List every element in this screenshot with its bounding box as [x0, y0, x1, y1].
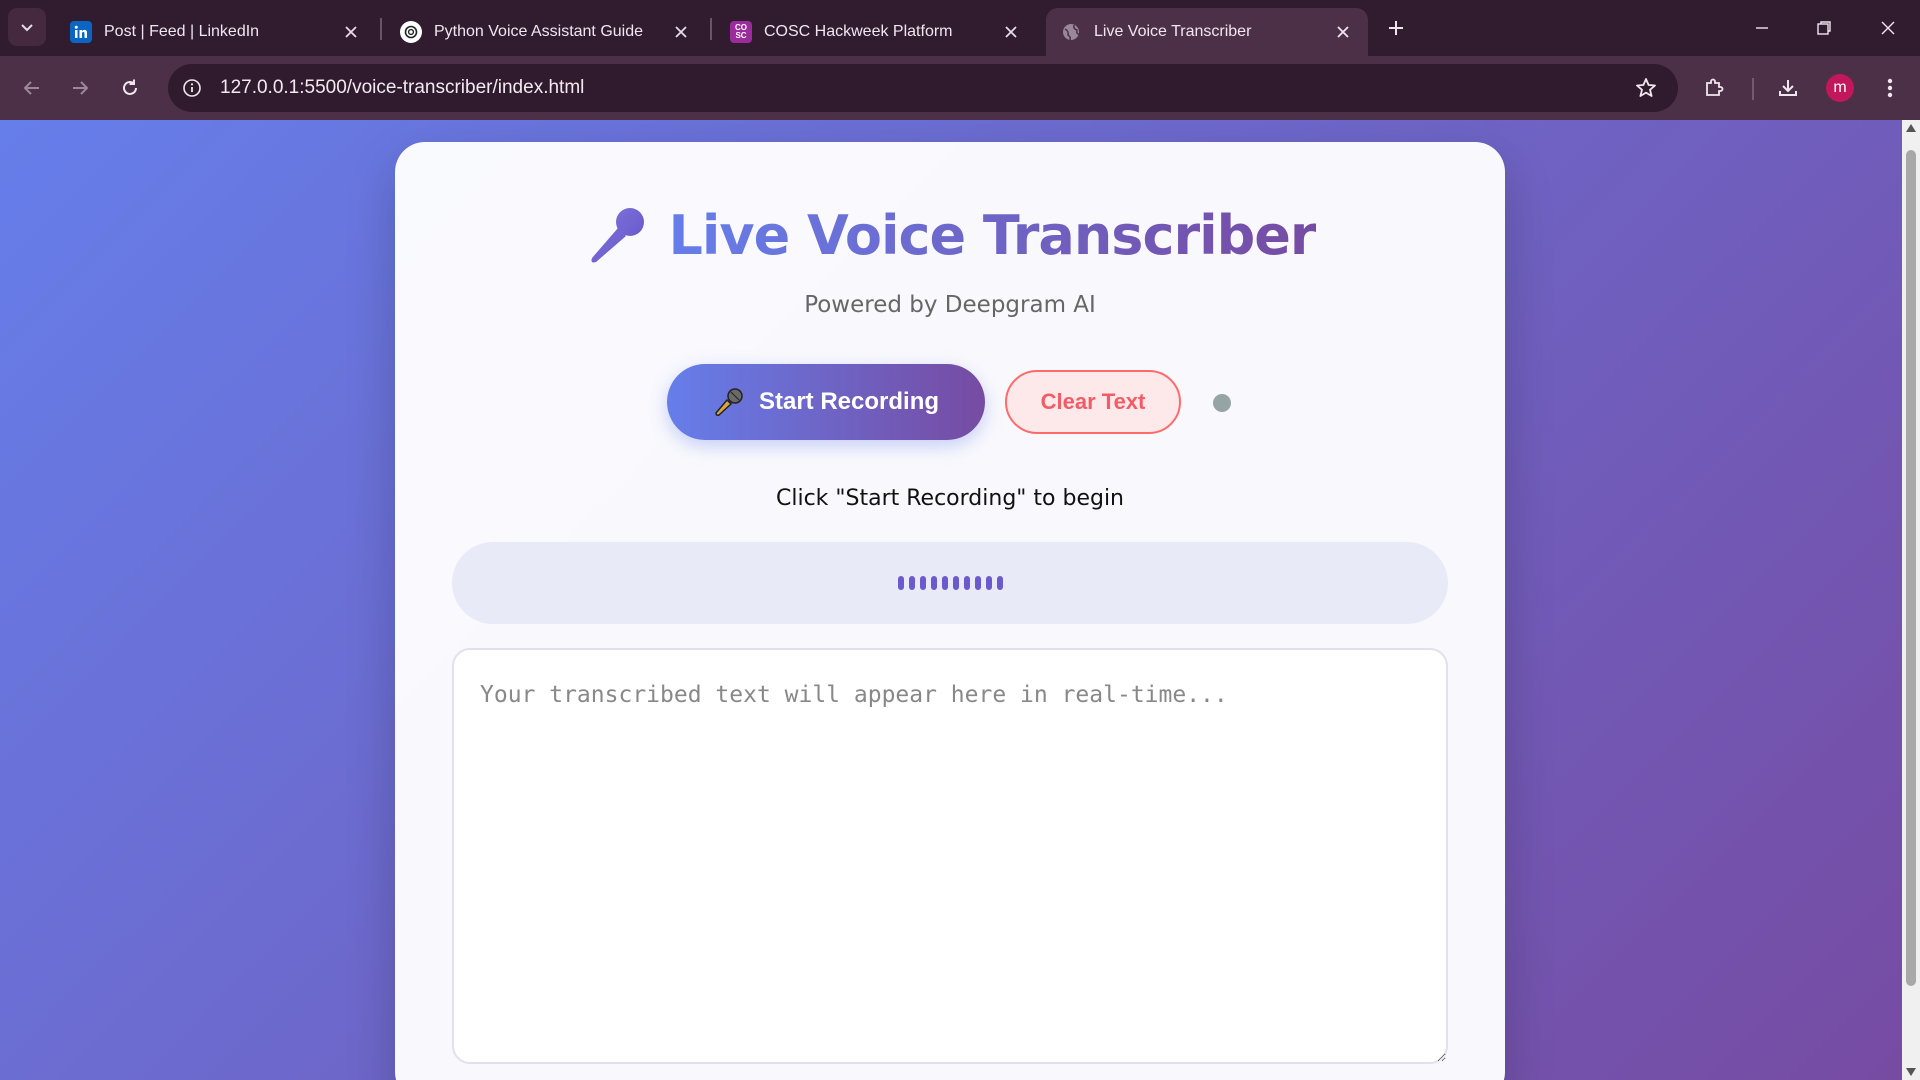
close-tab-icon[interactable]	[670, 21, 692, 43]
bookmark-star-icon[interactable]	[1626, 68, 1666, 108]
header: Live Voice Transcriber	[395, 202, 1505, 268]
visualizer-bar	[930, 576, 937, 590]
extensions-button[interactable]	[1694, 68, 1734, 108]
globe-icon	[1060, 21, 1082, 43]
openai-icon	[400, 21, 422, 43]
downloads-button[interactable]	[1768, 68, 1808, 108]
arrow-left-icon	[23, 81, 39, 95]
browser-toolbar: 127.0.0.1:5500/voice-transcriber/index.h…	[0, 56, 1920, 120]
close-icon	[1881, 21, 1895, 35]
scroll-up-arrow-icon[interactable]	[1906, 124, 1916, 132]
start-recording-label: Start Recording	[758, 388, 940, 415]
browser-menu-button[interactable]	[1870, 68, 1910, 108]
tab-title: COSC Hackweek Platform	[764, 23, 953, 40]
puzzle-icon	[1706, 78, 1724, 96]
tab-search-button[interactable]	[8, 8, 46, 46]
start-recording-button[interactable]: Start Recording	[667, 364, 985, 440]
minimize-icon	[1756, 27, 1768, 29]
transcriber-card: Live Voice Transcriber Powered by Deepgr…	[395, 142, 1505, 1080]
forward-button[interactable]	[60, 68, 100, 108]
scrollbar-thumb[interactable]	[1906, 150, 1916, 986]
tab-live-voice-transcriber[interactable]: Live Voice Transcriber	[1046, 8, 1368, 56]
visualizer-bar	[952, 576, 959, 590]
tab-title: Post | Feed | LinkedIn	[104, 23, 260, 40]
more-vert-icon	[1887, 78, 1893, 98]
tab-cosc-hackweek[interactable]: CO SC COSC Hackweek Platform	[716, 8, 1036, 56]
microphone-icon	[715, 388, 743, 416]
close-tab-icon[interactable]	[1332, 21, 1354, 43]
close-tab-icon[interactable]	[1000, 21, 1022, 43]
controls-row: Start Recording Clear Text	[395, 364, 1505, 440]
close-window-button[interactable]	[1868, 8, 1908, 48]
status-indicator	[1213, 394, 1231, 412]
close-tab-icon[interactable]	[340, 21, 362, 43]
page-viewport: Live Voice Transcriber Powered by Deepgr…	[0, 120, 1920, 1080]
audio-visualizer	[452, 542, 1448, 624]
visualizer-bar	[963, 576, 970, 590]
arrow-right-icon	[73, 81, 89, 95]
scroll-down-arrow-icon[interactable]	[1906, 1068, 1916, 1076]
site-info-icon[interactable]	[172, 68, 212, 108]
page-subtitle: Powered by Deepgram AI	[804, 292, 1096, 318]
minimize-button[interactable]	[1742, 8, 1782, 48]
restore-button[interactable]	[1804, 8, 1844, 48]
tab-title: Python Voice Assistant Guide	[434, 23, 644, 40]
download-icon	[1779, 80, 1797, 96]
visualizer-bar	[985, 576, 992, 590]
tab-title: Live Voice Transcriber	[1094, 23, 1252, 40]
plus-icon	[1389, 21, 1403, 35]
page-title: Live Voice Transcriber	[668, 203, 1316, 267]
tab-divider	[710, 18, 712, 40]
tab-strip: Post | Feed | LinkedIn Python Voice Assi…	[0, 0, 1920, 56]
visualizer-bar	[897, 576, 904, 590]
visualizer-bar	[908, 576, 915, 590]
microphone-icon	[591, 208, 645, 263]
address-bar[interactable]: 127.0.0.1:5500/voice-transcriber/index.h…	[168, 64, 1678, 112]
clear-text-button[interactable]: Clear Text	[1005, 370, 1181, 434]
visualizer-bar	[974, 576, 981, 590]
back-button[interactable]	[12, 68, 52, 108]
new-tab-button[interactable]	[1380, 12, 1412, 44]
status-message: Click "Start Recording" to begin	[775, 486, 1124, 511]
reload-icon	[123, 79, 137, 95]
chevron-down-icon	[21, 24, 33, 32]
tab-python-voice[interactable]: Python Voice Assistant Guide	[386, 8, 706, 56]
visualizer-bar	[919, 576, 926, 590]
visualizer-bar	[941, 576, 948, 590]
toolbar-divider	[1752, 78, 1754, 100]
cosc-icon: CO SC	[730, 21, 752, 43]
reload-button[interactable]	[110, 68, 150, 108]
tab-linkedin[interactable]: Post | Feed | LinkedIn	[56, 8, 376, 56]
restore-icon	[1817, 21, 1831, 35]
transcript-textarea[interactable]	[452, 648, 1448, 1064]
url-text[interactable]: 127.0.0.1:5500/voice-transcriber/index.h…	[220, 77, 1626, 99]
linkedin-icon	[70, 21, 92, 43]
visualizer-bar	[996, 576, 1003, 590]
profile-avatar[interactable]: m	[1826, 74, 1854, 102]
tab-divider	[380, 18, 382, 40]
page-scrollbar[interactable]	[1902, 120, 1920, 1080]
